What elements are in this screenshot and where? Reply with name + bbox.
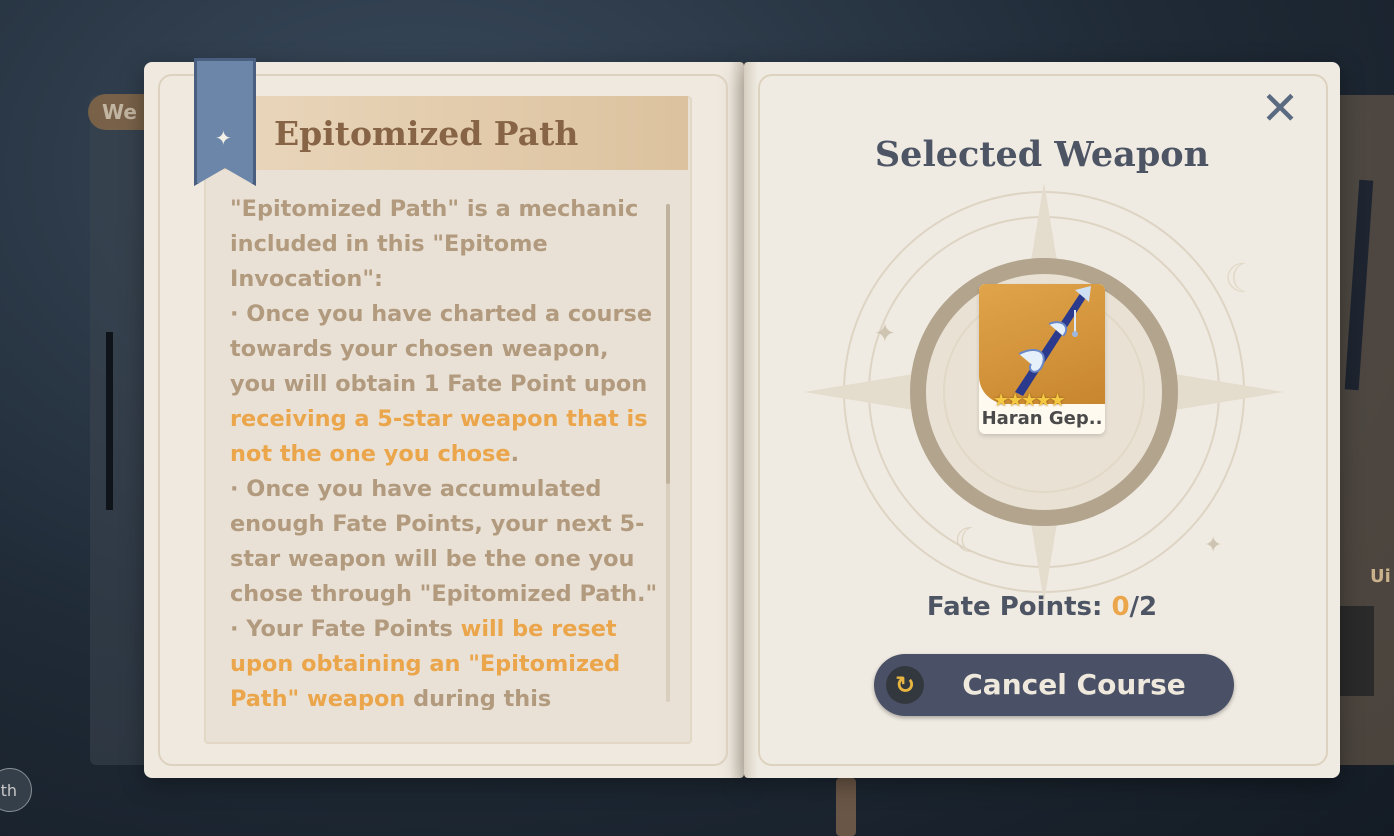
- background-right-label: Ui: [1370, 566, 1391, 587]
- background-scrollbar: [106, 332, 113, 510]
- epitome-book-dialog: ✦ Epitomized Path "Epitomized Path" is a…: [144, 58, 1340, 778]
- selected-weapon-title: Selected Weapon: [874, 134, 1210, 175]
- svg-text:☾: ☾: [1224, 256, 1260, 302]
- background-handle: [836, 778, 856, 836]
- description-paragraph: "Epitomized Path" is a mechanic included…: [230, 192, 662, 297]
- fate-points-row: Fate Points: 0/2: [844, 592, 1240, 622]
- fate-points-label: Fate Points:: [926, 592, 1103, 622]
- book-spine: [730, 62, 758, 778]
- description-text[interactable]: "Epitomized Path" is a mechanic included…: [230, 192, 662, 710]
- description-text-segment: .: [510, 441, 520, 467]
- description-paragraph: · Your Fate Points will be reset upon ob…: [230, 612, 662, 710]
- cancel-course-label: Cancel Course: [962, 668, 1186, 701]
- cancel-course-button[interactable]: ↻ Cancel Course: [874, 654, 1234, 716]
- svg-text:✦: ✦: [874, 319, 896, 349]
- background-box: [1340, 606, 1374, 696]
- description-text-segment: · Your Fate Points: [230, 616, 461, 642]
- svg-text:☾: ☾: [954, 521, 984, 561]
- background-pill-button: th: [0, 768, 32, 812]
- refresh-icon: ↻: [886, 666, 924, 704]
- svg-text:✦: ✦: [1204, 533, 1222, 558]
- description-text-segment: · Once you have charted a course towards…: [230, 301, 652, 397]
- fate-points-total: /2: [1129, 592, 1158, 622]
- weapon-card[interactable]: ★★★★★ Haran Gep..: [979, 284, 1105, 434]
- page-title: Epitomized Path: [274, 114, 579, 153]
- weapon-name: Haran Gep..: [981, 408, 1103, 429]
- fate-points-current: 0: [1111, 592, 1130, 622]
- bookmark-ribbon: [194, 58, 256, 186]
- description-paragraph: · Once you have charted a course towards…: [230, 297, 662, 472]
- close-icon[interactable]: ✕: [1260, 85, 1300, 131]
- scrollbar-thumb[interactable]: [666, 204, 670, 484]
- sparkle-icon: ✦: [215, 126, 232, 150]
- highlighted-text: receiving a 5-star weapon that is not th…: [230, 406, 648, 467]
- weapon-image: [979, 284, 1105, 404]
- description-paragraph: · Once you have accumulated enough Fate …: [230, 472, 662, 612]
- sword-icon: [1015, 286, 1091, 396]
- description-text-segment: "Epitomized Path" is a mechanic included…: [230, 196, 639, 292]
- description-text-segment: · Once you have accumulated enough Fate …: [230, 476, 658, 607]
